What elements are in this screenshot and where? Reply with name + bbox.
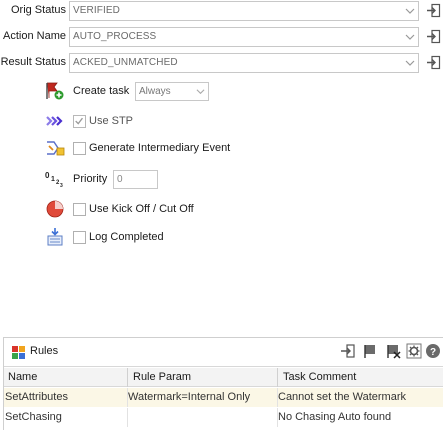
column-header-name[interactable]: Name: [8, 371, 37, 383]
gen-event-label: Generate Intermediary Event: [89, 142, 231, 154]
result-status-combo[interactable]: ACKED_UNMATCHED: [69, 53, 419, 73]
result-status-label: Result Status: [0, 56, 66, 68]
create-task-value: Always: [139, 86, 171, 97]
column-header-task-comment[interactable]: Task Comment: [283, 371, 356, 383]
action-name-label: Action Name: [3, 30, 66, 42]
orig-status-label: Orig Status: [10, 4, 66, 16]
rules-grid-icon: [12, 346, 25, 359]
pie-clock-icon: [46, 200, 64, 218]
svg-text:0: 0: [45, 171, 50, 180]
svg-text:?: ?: [430, 347, 436, 358]
kickoff-label: Use Kick Off / Cut Off: [89, 203, 194, 215]
use-stp-row: Use STP: [0, 111, 443, 133]
priority-value: 0: [117, 174, 123, 185]
result-status-value: ACKED_UNMATCHED: [73, 57, 178, 68]
action-name-combo[interactable]: AUTO_PROCESS: [69, 27, 419, 47]
column-header-rule-param[interactable]: Rule Param: [133, 371, 191, 383]
rule-param-cell: Watermark=Internal Only: [128, 391, 251, 403]
table-row[interactable]: SetChasing No Chasing Auto found: [4, 408, 443, 427]
priority-input[interactable]: 0: [113, 170, 158, 189]
log-completed-row: Log Completed: [0, 227, 443, 249]
action-name-row: Action Name AUTO_PROCESS: [0, 27, 443, 47]
create-task-row: Create task Always: [0, 81, 443, 103]
orig-status-combo[interactable]: VERIFIED: [69, 1, 419, 21]
column-divider: [127, 408, 128, 427]
chevron-down-icon: [405, 60, 415, 66]
rules-title: Rules: [30, 345, 59, 357]
log-completed-label: Log Completed: [89, 231, 164, 243]
result-status-row: Result Status ACKED_UNMATCHED: [0, 53, 443, 73]
flag-icon[interactable]: [362, 343, 378, 359]
svg-text:3: 3: [60, 183, 63, 189]
orig-status-value: VERIFIED: [73, 5, 120, 16]
fast-forward-chevrons-icon: [46, 116, 63, 126]
priority-row: 0 1 2 3 Priority 0: [0, 169, 443, 191]
chevron-down-icon: [196, 89, 205, 95]
checkmark-icon: [75, 117, 83, 125]
use-stp-checkbox[interactable]: [73, 115, 86, 128]
rules-panel: Rules ? Name Rule Param Task Comment Set…: [3, 337, 443, 430]
gen-event-checkbox[interactable]: [73, 142, 86, 155]
gen-event-row: Generate Intermediary Event: [0, 138, 443, 160]
rules-grid-header: Name Rule Param Task Comment: [4, 368, 443, 387]
kickoff-checkbox[interactable]: [73, 203, 86, 216]
flag-add-icon: [46, 82, 64, 100]
use-stp-label: Use STP: [89, 115, 134, 127]
kickoff-row: Use Kick Off / Cut Off: [0, 199, 443, 221]
login-arrow-icon[interactable]: [426, 3, 441, 18]
task-comment-cell: Cannot set the Watermark: [278, 391, 406, 403]
import-icon[interactable]: [340, 343, 356, 359]
log-completed-checkbox[interactable]: [73, 231, 86, 244]
svg-text:1: 1: [51, 176, 55, 183]
log-download-icon: [47, 228, 63, 246]
column-divider: [277, 368, 278, 387]
priority-numbers-icon: 0 1 2 3: [45, 171, 63, 189]
rules-header: Rules ?: [4, 338, 443, 367]
table-row[interactable]: SetAttributes Watermark=Internal Only Ca…: [4, 388, 443, 407]
task-comment-cell: No Chasing Auto found: [278, 411, 392, 423]
help-icon[interactable]: ?: [425, 343, 441, 359]
gear-icon[interactable]: [406, 343, 422, 359]
orig-status-row: Orig Status VERIFIED: [0, 1, 443, 21]
flag-cross-icon[interactable]: [385, 343, 401, 359]
priority-label: Priority: [73, 173, 108, 185]
chevron-down-icon: [405, 8, 415, 14]
login-arrow-icon[interactable]: [426, 55, 441, 70]
column-divider: [127, 368, 128, 387]
create-task-label: Create task: [73, 85, 130, 97]
chevron-down-icon: [405, 34, 415, 40]
rule-name-cell: SetAttributes: [5, 391, 68, 403]
create-task-select[interactable]: Always: [135, 82, 209, 101]
action-name-value: AUTO_PROCESS: [73, 31, 157, 42]
rule-name-cell: SetChasing: [5, 411, 62, 423]
event-flow-icon: [47, 141, 65, 156]
login-arrow-icon[interactable]: [426, 29, 441, 44]
